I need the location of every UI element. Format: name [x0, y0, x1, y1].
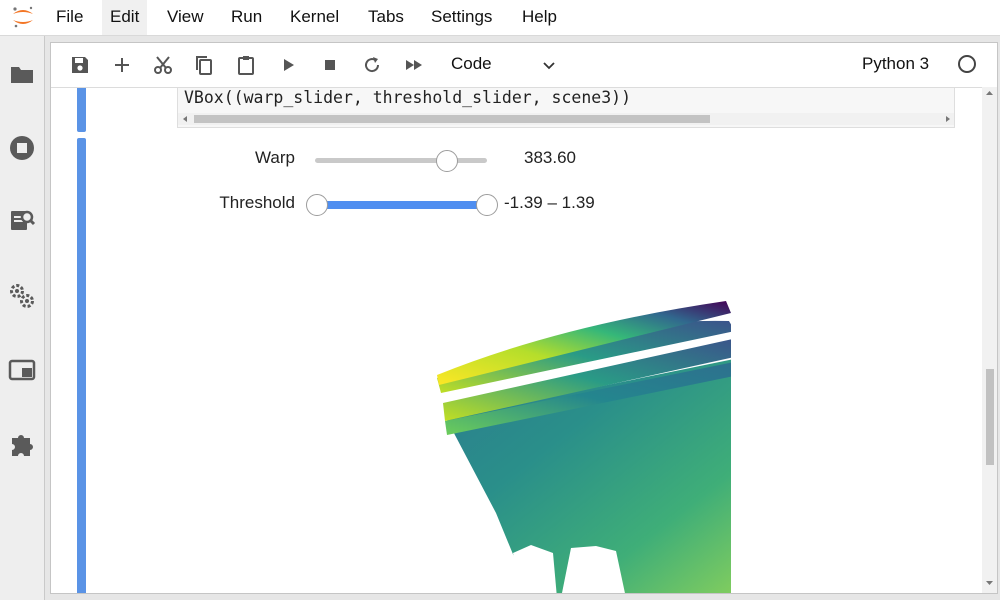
stop-button[interactable] [315, 51, 345, 79]
copy-icon [196, 56, 212, 75]
threshold-readout[interactable]: -1.39 – 1.39 [504, 193, 595, 213]
folder-icon[interactable] [8, 60, 36, 88]
menu-settings[interactable]: Settings [423, 0, 500, 35]
running-icon[interactable] [8, 134, 36, 162]
cut-button[interactable] [148, 51, 178, 79]
extension-icon[interactable] [8, 430, 36, 458]
cell-type-select[interactable]: Code [449, 51, 561, 79]
menu-bar: File Edit View Run Kernel Tabs Settings … [0, 0, 1000, 36]
restart-button[interactable] [357, 51, 387, 79]
3d-scene-canvas[interactable] [371, 283, 731, 593]
save-icon [72, 57, 88, 73]
warp-readout[interactable]: 383.60 [524, 148, 576, 168]
threshold-slider-range [317, 201, 487, 209]
fast-forward-icon [406, 60, 422, 70]
commands-icon[interactable] [8, 206, 36, 234]
warp-label: Warp [255, 148, 295, 167]
menu-run[interactable]: Run [223, 0, 270, 35]
horizontal-scroll-thumb[interactable] [194, 115, 710, 123]
threshold-slider-low-handle[interactable] [306, 194, 328, 216]
notebook-toolbar: Code Python 3 [51, 43, 997, 88]
run-icon [284, 59, 294, 71]
warp-slider-handle[interactable] [436, 150, 459, 172]
copy-button[interactable] [189, 51, 219, 79]
restart-icon [365, 57, 380, 73]
stop-icon [325, 60, 335, 70]
menu-kernel[interactable]: Kernel [282, 0, 347, 35]
warp-slider-track[interactable] [315, 158, 487, 163]
menu-file[interactable]: File [48, 0, 91, 35]
scroll-down-icon[interactable] [985, 579, 994, 587]
chevron-down-icon [543, 62, 555, 70]
notebook-cells: VBox((warp_slider, threshold_slider, sce… [51, 88, 997, 593]
add-icon [115, 58, 129, 72]
cell-collapser[interactable] [77, 88, 86, 132]
scroll-left-icon[interactable] [181, 115, 189, 123]
paste-button[interactable] [231, 51, 261, 79]
code-cell-input[interactable]: VBox((warp_slider, threshold_slider, sce… [177, 88, 955, 128]
scroll-right-icon[interactable] [944, 115, 952, 123]
code-line: VBox((warp_slider, threshold_slider, sce… [184, 88, 632, 107]
paste-icon [238, 56, 254, 75]
kernel-name[interactable]: Python 3 [862, 54, 929, 74]
cell-type-value: Code [451, 54, 492, 73]
tabs-icon[interactable] [8, 356, 36, 384]
menu-help[interactable]: Help [514, 0, 565, 35]
kernel-status-icon [958, 55, 976, 73]
run-button[interactable] [273, 51, 303, 79]
threshold-label: Threshold [219, 193, 295, 212]
threshold-slider-high-handle[interactable] [476, 194, 498, 216]
menu-edit[interactable]: Edit [102, 0, 148, 35]
add-cell-button[interactable] [107, 51, 137, 79]
jupyter-logo[interactable] [10, 4, 36, 30]
vertical-scroll-thumb[interactable] [986, 369, 994, 465]
restart-run-all-button[interactable] [399, 51, 429, 79]
left-sidebar [0, 36, 45, 600]
menu-tabs[interactable]: Tabs [360, 0, 412, 35]
horizontal-scrollbar[interactable] [178, 113, 954, 125]
property-inspector-icon[interactable] [8, 282, 36, 310]
vertical-scrollbar[interactable] [982, 87, 997, 593]
notebook-panel: Code Python 3 VBox((warp_slider, thresho… [50, 42, 998, 594]
scroll-up-icon[interactable] [985, 89, 994, 97]
cut-icon [154, 56, 172, 74]
piston-mesh [437, 301, 731, 593]
output-collapser[interactable] [77, 138, 86, 593]
menu-view[interactable]: View [159, 0, 212, 35]
save-button[interactable] [65, 51, 95, 79]
